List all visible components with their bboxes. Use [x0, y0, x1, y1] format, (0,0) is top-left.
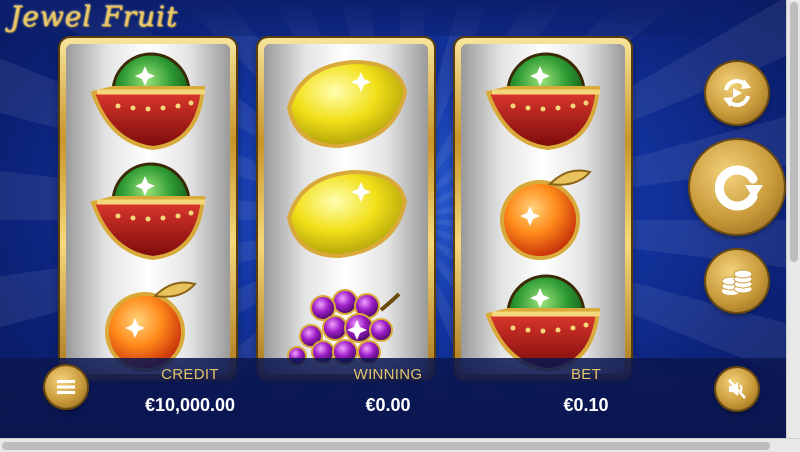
vertical-scrollbar-thumb[interactable] [790, 2, 798, 262]
credit-value: €10,000.00 [144, 395, 236, 415]
menu-button[interactable] [45, 366, 87, 408]
horizontal-scrollbar[interactable] [0, 438, 800, 452]
game-stage: Jewel Fruit CREDIT €10,000.00 WINNING €0… [0, 0, 800, 452]
bet-display: BET €0.10 [486, 366, 686, 416]
bottom-info-bar: CREDIT €10,000.00 WINNING €0.00 BET €0.1… [0, 358, 786, 438]
bet-label: BET [570, 366, 602, 383]
bet-button[interactable] [706, 250, 768, 312]
coins-icon [719, 265, 755, 297]
reel-2-symbol-1 [281, 48, 411, 158]
reel-3 [455, 38, 631, 380]
reel-3-symbol-1 [478, 48, 608, 158]
game-logo: Jewel Fruit [10, 0, 179, 33]
autoplay-arrows-icon [720, 76, 754, 110]
reel-1-symbol-1 [83, 48, 213, 158]
reel-2-window [264, 44, 428, 374]
reel-1-symbol-2 [83, 158, 213, 268]
winning-value: €0.00 [365, 395, 411, 415]
reel-2-symbol-2 [281, 158, 411, 268]
hamburger-menu-icon [56, 379, 76, 395]
vertical-scrollbar[interactable] [786, 0, 800, 438]
reel-3-symbol-2 [478, 158, 608, 268]
reel-2 [258, 38, 434, 380]
sound-button[interactable] [716, 368, 758, 410]
sound-muted-icon [726, 378, 748, 400]
winning-label: WINNING [353, 366, 423, 383]
horizontal-scrollbar-thumb[interactable] [2, 442, 770, 450]
winning-display: WINNING €0.00 [288, 366, 488, 416]
spin-button[interactable] [690, 140, 784, 234]
reel-1 [60, 38, 236, 380]
credit-display: CREDIT €10,000.00 [90, 366, 290, 416]
reel-3-window [461, 44, 625, 374]
reel-1-window [66, 44, 230, 374]
autoplay-button[interactable] [706, 62, 768, 124]
credit-label: CREDIT [161, 366, 219, 383]
bet-value: €0.10 [563, 395, 609, 415]
spin-arrow-icon [707, 157, 767, 217]
